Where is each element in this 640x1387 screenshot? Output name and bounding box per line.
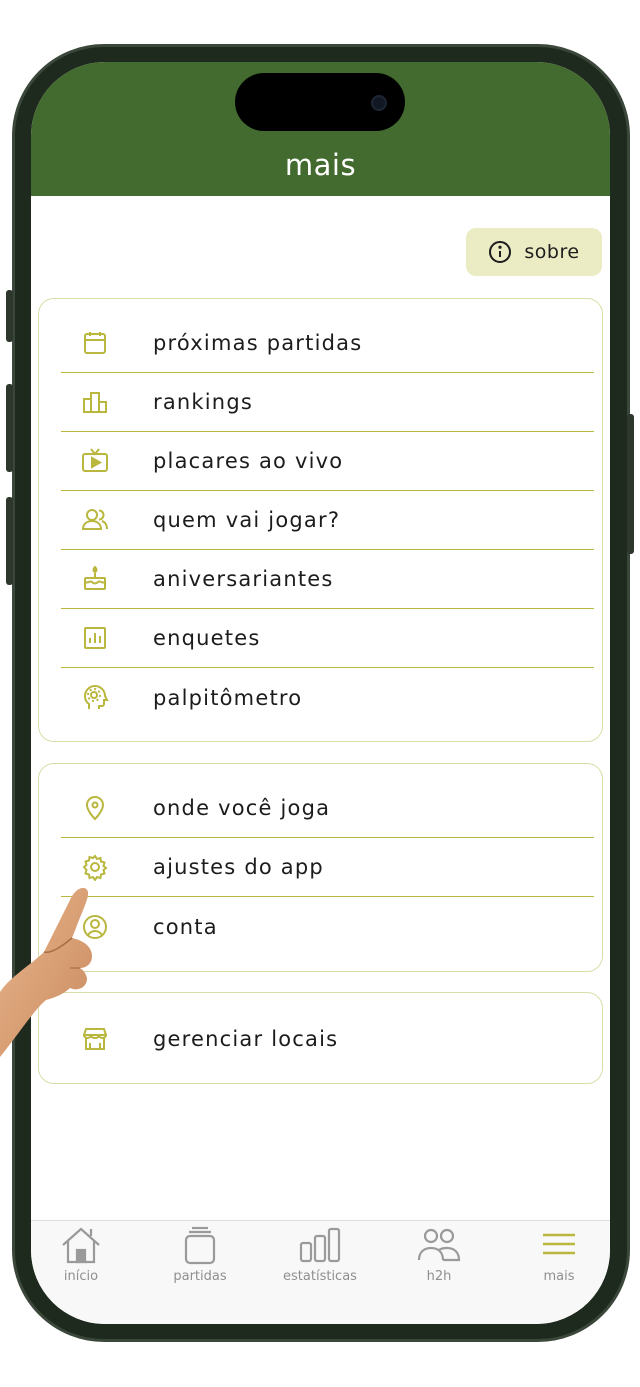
tab-label: h2h: [426, 1269, 452, 1284]
bar-chart-icon: [299, 1227, 341, 1263]
users-icon: [417, 1228, 461, 1262]
menu-card-main: próximas partidas rankings placares ao v…: [38, 298, 603, 742]
side-button-power: [627, 414, 634, 554]
cards-icon: [184, 1226, 216, 1265]
app-header: mais: [31, 62, 610, 196]
menu-item-gerenciar-locais[interactable]: gerenciar locais: [61, 1009, 594, 1068]
cake-icon: [81, 565, 109, 593]
menu-item-label: conta: [153, 914, 218, 939]
tab-mais[interactable]: mais: [501, 1221, 610, 1291]
menu-item-conta[interactable]: conta: [61, 897, 594, 956]
menu-item-label: quem vai jogar?: [153, 508, 341, 532]
menu-item-palpitometro[interactable]: palpitômetro: [61, 668, 594, 727]
menu-item-label: ajustes do app: [153, 855, 324, 879]
menu-item-label: palpitômetro: [153, 685, 303, 710]
menu-item-label: rankings: [153, 390, 253, 414]
location-pin-icon: [81, 794, 109, 822]
gear-icon: [81, 853, 109, 881]
tab-inicio[interactable]: início: [31, 1221, 139, 1291]
about-button-label: sobre: [524, 241, 580, 263]
menu-item-label: próximas partidas: [153, 331, 363, 355]
menu-card-admin: gerenciar locais: [38, 992, 603, 1084]
menu-item-aniversariantes[interactable]: aniversariantes: [61, 550, 594, 609]
menu-item-label: aniversariantes: [153, 567, 334, 591]
menu-icon: [543, 1233, 575, 1255]
home-icon: [62, 1227, 100, 1264]
tab-label: início: [63, 1269, 99, 1284]
menu-item-placares-ao-vivo[interactable]: placares ao vivo: [61, 432, 594, 491]
tab-label: partidas: [173, 1269, 227, 1284]
people-icon: [81, 506, 109, 534]
info-icon: [489, 241, 512, 263]
bottom-tab-bar: início partidas estatísticas h2h mais: [31, 1220, 610, 1324]
menu-item-label: placares ao vivo: [153, 449, 344, 473]
side-button-action: [6, 290, 13, 342]
head-gear-icon: [81, 684, 109, 712]
podium-icon: [81, 388, 109, 416]
menu-item-quem-vai-jogar[interactable]: quem vai jogar?: [61, 491, 594, 550]
menu-item-enquetes[interactable]: enquetes: [61, 609, 594, 668]
calendar-icon: [81, 329, 109, 357]
tab-partidas[interactable]: partidas: [142, 1221, 258, 1291]
menu-item-label: onde você joga: [153, 796, 331, 820]
side-button-volume-down: [6, 497, 13, 585]
side-button-volume-up: [6, 384, 13, 472]
about-button[interactable]: sobre: [466, 228, 602, 276]
tab-estatisticas[interactable]: estatísticas: [262, 1221, 378, 1291]
tab-h2h[interactable]: h2h: [381, 1221, 497, 1291]
pointing-hand-icon: [0, 887, 92, 1057]
tab-label: estatísticas: [283, 1269, 357, 1284]
tv-play-icon: [81, 447, 109, 475]
menu-card-settings: onde você joga ajustes do app conta: [38, 763, 603, 972]
poll-icon: [81, 624, 109, 652]
menu-item-label: enquetes: [153, 626, 261, 650]
menu-item-label: gerenciar locais: [153, 1026, 339, 1051]
menu-item-onde-voce-joga[interactable]: onde você joga: [61, 779, 594, 838]
dynamic-island: [235, 73, 405, 131]
menu-item-proximas-partidas[interactable]: próximas partidas: [61, 314, 594, 373]
app-screen: mais sobre próximas partidas rankings pl…: [31, 62, 610, 1324]
page-title: mais: [284, 148, 357, 182]
camera-icon: [371, 95, 387, 111]
menu-item-rankings[interactable]: rankings: [61, 373, 594, 432]
menu-item-ajustes-do-app[interactable]: ajustes do app: [61, 838, 594, 897]
tab-label: mais: [543, 1269, 575, 1284]
